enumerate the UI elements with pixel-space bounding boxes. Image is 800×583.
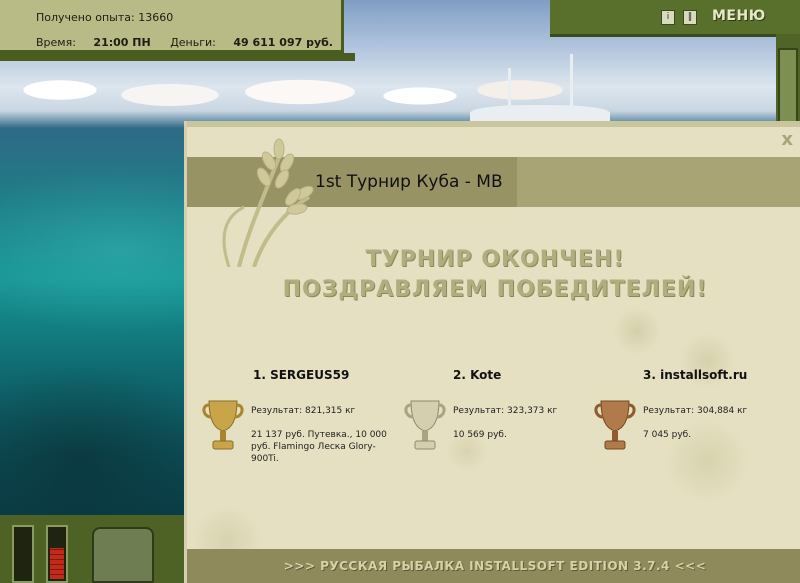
inventory-chest-icon[interactable] — [92, 527, 154, 583]
footer-band: >>> РУССКАЯ РЫБАЛКА INSTALLSOFT EDITION … — [187, 549, 800, 583]
time-money-line: Время: 21:00 ПН Деньги: 49 611 097 руб. — [36, 36, 333, 49]
experience-label: Получено опыта: — [36, 11, 135, 24]
winner-name: 3. installsoft.ru — [643, 368, 748, 382]
close-button[interactable]: x — [781, 129, 793, 150]
winner-prize: 10 569 руб. — [453, 430, 507, 440]
experience-line: Получено опыта: 13660 — [36, 11, 173, 24]
time-label: Время: — [36, 36, 76, 49]
winner-result: Результат: 304,884 кг — [643, 406, 748, 416]
winner-result: Результат: 821,315 кг — [251, 406, 356, 416]
info-icon[interactable]: i — [661, 10, 675, 25]
winner-prize: 21 137 руб. Путевка., 10 000 руб. Flamin… — [251, 430, 387, 464]
tournament-title: 1st Турнир Куба - МВ — [315, 172, 503, 192]
reel-gauge — [46, 525, 68, 583]
winner-name: 2. Kote — [453, 368, 502, 382]
menu-button[interactable]: МЕНЮ — [712, 8, 766, 24]
money-label: Деньги: — [170, 36, 216, 49]
game-version-footer: >>> РУССКАЯ РЫБАЛКА INSTALLSOFT EDITION … — [283, 559, 707, 573]
hud-frame — [0, 53, 355, 61]
tournament-finished-headline: ТУРНИР ОКОНЧЕН! — [365, 247, 625, 272]
wheat-logo-icon — [222, 138, 314, 267]
gauge-fill — [50, 548, 64, 579]
congratulations-headline: ПОЗДРАВЛЯЕМ ПОБЕДИТЕЛЕЙ! — [282, 277, 708, 302]
pause-icon[interactable]: ‖ — [683, 10, 697, 25]
line-tension-gauge — [12, 525, 34, 583]
winner-name: 1. SERGEUS59 — [253, 368, 350, 382]
right-side-slot[interactable] — [778, 48, 798, 128]
time-value: 21:00 ПН — [93, 36, 151, 49]
experience-value: 13660 — [138, 11, 174, 24]
stats-panel: Получено опыта: 13660 Время: 21:00 ПН Де… — [0, 0, 344, 53]
money-value: 49 611 097 руб. — [233, 36, 333, 49]
winner-prize: 7 045 руб. — [643, 430, 692, 440]
gold-trophy-icon — [202, 400, 244, 450]
winner-result: Результат: 323,373 кг — [453, 406, 558, 416]
bronze-trophy-icon — [594, 400, 636, 450]
tournament-results-dialog: x 1st Турнир Куба - МВ ТУРНИР ОКОНЧЕН! П… — [184, 121, 800, 583]
silver-trophy-icon — [404, 400, 446, 450]
